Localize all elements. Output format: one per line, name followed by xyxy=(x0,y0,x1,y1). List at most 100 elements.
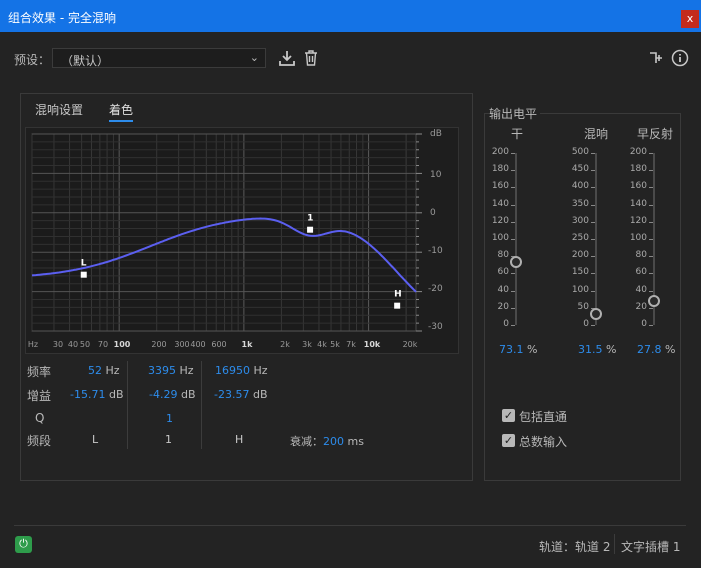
close-button[interactable]: x xyxy=(681,10,699,28)
early-reflections-label: 早反射 xyxy=(637,127,674,141)
decay-field[interactable]: 衰减：200 ms xyxy=(290,433,364,449)
band-l-freq[interactable]: 52 Hz xyxy=(88,364,120,377)
hz-tick: 70 xyxy=(97,340,109,349)
slider-scale-label: 150 xyxy=(571,267,589,278)
db-tick: -20 xyxy=(428,284,443,294)
band-1-freq[interactable]: 3395 Hz xyxy=(148,364,194,377)
hz-tick: 300 xyxy=(174,340,190,349)
sum-inputs-checkbox[interactable]: ✓ xyxy=(502,434,515,447)
slider-scale-label: 80 xyxy=(497,250,509,261)
slider-track[interactable] xyxy=(515,153,517,325)
hz-tick: 5k xyxy=(330,340,340,349)
track-info: 轨道：轨道 2 xyxy=(539,540,611,554)
footer-divider xyxy=(14,525,686,526)
reverb-label: 混响 xyxy=(584,127,609,141)
hz-tick: 600 xyxy=(211,340,227,349)
slider-scale-label: 450 xyxy=(571,164,589,175)
slider-scale-label: 60 xyxy=(635,267,647,278)
band-1-q[interactable]: 1 xyxy=(166,412,173,425)
footer-divider-vertical xyxy=(614,534,615,554)
slider-knob[interactable] xyxy=(648,295,660,308)
slider-scale-label: 50 xyxy=(577,301,589,312)
hz-tick: 20k xyxy=(402,340,418,349)
early-reflections-value[interactable]: 27.8 % xyxy=(637,343,675,356)
slider-scale-label: 180 xyxy=(491,164,509,175)
hz-tick: 3k xyxy=(302,340,312,349)
eq-band-handle-label: L xyxy=(81,259,87,269)
routing-icon[interactable] xyxy=(648,50,664,66)
hz-tick: 4k xyxy=(317,340,327,349)
hz-tick: 2k xyxy=(280,340,290,349)
slider-scale-label: 100 xyxy=(629,233,647,243)
slider-scale-label: 140 xyxy=(491,198,509,209)
eq-band-handle[interactable] xyxy=(394,302,401,309)
slider-scale-label: 80 xyxy=(635,250,647,261)
info-icon[interactable] xyxy=(671,49,689,67)
eq-band-handle-label: H xyxy=(394,290,402,300)
slider-scale-label: 20 xyxy=(635,301,647,312)
q-label: Q xyxy=(35,411,45,425)
hz-tick: 10k xyxy=(363,340,381,349)
freq-label: 频率 xyxy=(27,365,52,379)
band-h-freq[interactable]: 16950 Hz xyxy=(215,364,268,377)
slider-track[interactable] xyxy=(595,153,597,325)
db-tick: 10 xyxy=(430,170,442,180)
band-1-gain[interactable]: -4.29 dB xyxy=(149,388,196,401)
preset-value: （默认） xyxy=(61,54,110,68)
band-l-gain[interactable]: -15.71 dB xyxy=(70,388,124,401)
dry-value[interactable]: 73.1 % xyxy=(499,343,537,356)
download-icon[interactable] xyxy=(278,49,296,67)
preset-dropdown[interactable]: （默认） ⌄ xyxy=(52,48,266,68)
slider-scale-label: 120 xyxy=(491,215,509,226)
db-tick: -10 xyxy=(428,246,443,256)
include-direct-checkbox[interactable]: ✓ xyxy=(502,409,515,422)
preset-label: 预设： xyxy=(14,53,51,67)
eq-band-handle-label: 1 xyxy=(307,214,313,224)
slider-scale-label: 250 xyxy=(571,233,589,243)
column-divider xyxy=(201,361,202,449)
include-direct-label: 包括直通 xyxy=(519,410,568,424)
slot-info: 文字插槽 1 xyxy=(621,540,681,554)
tab-coloration[interactable]: 着色 xyxy=(109,101,134,122)
sum-inputs-label: 总数输入 xyxy=(519,435,568,449)
band-h-gain[interactable]: -23.57 dB xyxy=(214,388,268,401)
slider-scale-label: 120 xyxy=(629,215,647,226)
slider-scale-label: 160 xyxy=(629,181,647,192)
hz-tick: Hz xyxy=(27,340,39,349)
output-level-title: 输出电平 xyxy=(489,105,541,122)
slider-scale-label: 20 xyxy=(497,301,509,312)
reverb-value[interactable]: 31.5 % xyxy=(578,343,616,356)
eq-band-handle[interactable] xyxy=(80,271,87,278)
db-unit-label: dB xyxy=(430,129,442,139)
eq-graph-svg[interactable]: L 1 H xyxy=(26,128,460,355)
slider-scale-label: 500 xyxy=(571,147,589,157)
slider-scale-label: 200 xyxy=(629,147,647,157)
tab-reverb-settings[interactable]: 混响设置 xyxy=(35,101,83,118)
hz-tick: 1k xyxy=(241,340,253,349)
slider-scale-label: 140 xyxy=(629,198,647,209)
eq-band-handle[interactable] xyxy=(307,226,314,233)
chevron-down-icon: ⌄ xyxy=(249,51,259,64)
gain-label: 增益 xyxy=(27,389,52,403)
hz-tick: 40 xyxy=(67,340,79,349)
slider-scale-label: 100 xyxy=(491,233,509,243)
slider-tick xyxy=(649,325,653,326)
slider-scale-label: 40 xyxy=(635,284,647,295)
slider-tick xyxy=(591,325,595,326)
slider-scale-label: 100 xyxy=(571,284,589,295)
hz-tick: 50 xyxy=(79,340,91,349)
power-icon[interactable]: ⏻ xyxy=(15,536,32,553)
slider-scale-label: 200 xyxy=(491,147,509,157)
trash-icon[interactable] xyxy=(303,49,319,67)
eq-graph[interactable]: L 1 H dB 10 0 -10 -20 -30 Hz 30 40 50 70 1… xyxy=(25,127,459,354)
hz-tick: 7k xyxy=(346,340,356,349)
hz-tick: 400 xyxy=(190,340,206,349)
slider-scale-label: 0 xyxy=(641,319,647,329)
slider-tick xyxy=(511,325,515,326)
slider-scale-label: 300 xyxy=(571,215,589,226)
slider-scale-label: 350 xyxy=(571,198,589,209)
dry-label: 干 xyxy=(511,127,524,141)
window-title: 组合效果 - 完全混响 xyxy=(8,11,116,25)
band-l-name: L xyxy=(92,433,99,446)
column-divider xyxy=(127,361,128,449)
